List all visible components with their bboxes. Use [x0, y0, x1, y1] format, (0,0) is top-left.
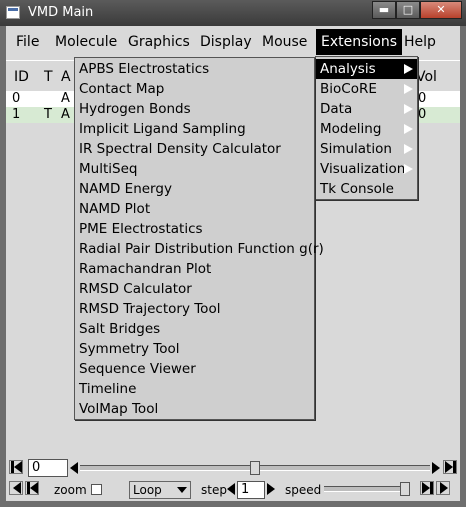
timeline-right-arrow-icon[interactable]	[432, 462, 440, 474]
speed-slider[interactable]	[324, 486, 410, 492]
menu-help[interactable]: Help	[399, 29, 441, 55]
menu-item-ramachandran-plot[interactable]: Ramachandran Plot	[75, 259, 211, 279]
menu-item-rmsd-trajectory-tool[interactable]: RMSD Trajectory Tool	[75, 299, 220, 319]
zoom-checkbox[interactable]	[91, 484, 102, 495]
menu-item-contact-map[interactable]: Contact Map	[75, 79, 164, 99]
row-t: T	[44, 107, 52, 122]
menu-item-analysis[interactable]: Analysis	[316, 59, 417, 79]
menu-item-label: BioCoRE	[320, 81, 377, 97]
menu-item-pme-electrostatics[interactable]: PME Electrostatics	[75, 219, 203, 239]
step-forward-button[interactable]	[436, 481, 450, 495]
menu-item-label: Simulation	[320, 141, 392, 157]
menu-item-tk-console[interactable]: Tk Console	[316, 179, 417, 199]
menu-item-namd-plot[interactable]: NAMD Plot	[75, 199, 150, 219]
row-a: A	[61, 91, 70, 106]
chevron-down-icon	[177, 487, 187, 493]
column-a[interactable]: A	[61, 69, 71, 85]
menu-item-label: Analysis	[320, 61, 376, 77]
menu-bar: File Molecule Graphics Display Mouse Ext…	[6, 29, 460, 55]
menu-item-apbs-electrostatics[interactable]: APBS Electrostatics	[75, 59, 209, 79]
menu-item-implicit-ligand-sampling[interactable]: Implicit Ligand Sampling	[75, 119, 246, 139]
menu-item-radial-pair-distribution[interactable]: Radial Pair Distribution Function g(r)	[75, 239, 324, 259]
menu-display[interactable]: Display	[195, 29, 257, 55]
play-reverse-icon	[30, 482, 38, 494]
menu-item-label: Data	[320, 101, 353, 117]
menu-item-visualization[interactable]: Visualization	[316, 159, 417, 179]
menu-item-modeling[interactable]: Modeling	[316, 119, 417, 139]
loop-select[interactable]: Loop	[129, 481, 191, 499]
menu-item-label: Modeling	[320, 121, 382, 137]
menu-item-label: Visualization	[320, 161, 406, 177]
analysis-submenu: APBS Electrostatics Contact Map Hydrogen…	[74, 57, 324, 420]
submenu-arrow-icon	[404, 84, 413, 94]
menu-item-salt-bridges[interactable]: Salt Bridges	[75, 319, 160, 339]
title-bar: VMD Main ▬ □ ✕	[0, 0, 466, 26]
row-a: A	[61, 107, 70, 122]
menu-mouse[interactable]: Mouse	[257, 29, 312, 55]
submenu-arrow-icon	[404, 144, 413, 154]
play-icon	[422, 482, 430, 494]
column-id[interactable]: ID	[14, 69, 29, 85]
step-input[interactable]: 1	[237, 481, 265, 499]
step-label: step	[201, 483, 227, 497]
app-icon	[6, 6, 20, 19]
row-vol: 0	[418, 91, 427, 106]
menu-item-hydrogen-bonds[interactable]: Hydrogen Bonds	[75, 99, 191, 119]
menu-item-namd-energy[interactable]: NAMD Energy	[75, 179, 172, 199]
menu-item-symmetry-tool[interactable]: Symmetry Tool	[75, 339, 180, 359]
jump-end-button[interactable]	[443, 460, 457, 474]
close-button[interactable]: ✕	[420, 1, 462, 19]
submenu-arrow-icon	[404, 104, 413, 114]
frame-input[interactable]: 0	[28, 459, 68, 477]
menu-item-volmap-tool[interactable]: VolMap Tool	[75, 399, 158, 419]
bar-icon	[430, 482, 433, 494]
zoom-label: zoom	[54, 483, 87, 497]
animation-controls: 0 zoom Loop step 1 speed	[6, 456, 460, 501]
submenu-arrow-icon	[404, 164, 413, 174]
step-forward-icon	[440, 482, 448, 494]
column-vol[interactable]: Vol	[416, 69, 437, 85]
menu-file[interactable]: File	[11, 29, 44, 55]
step-back-button[interactable]	[9, 481, 23, 495]
timeline-slider-thumb[interactable]	[250, 461, 260, 475]
submenu-arrow-icon	[404, 64, 413, 74]
jump-start-button[interactable]	[9, 460, 23, 474]
menu-item-timeline[interactable]: Timeline	[75, 379, 136, 399]
maximize-button[interactable]: □	[396, 1, 420, 19]
menu-molecule[interactable]: Molecule	[50, 29, 122, 55]
step-back-icon	[13, 482, 21, 494]
window-title: VMD Main	[28, 5, 94, 20]
speed-slider-thumb[interactable]	[400, 482, 410, 496]
menu-item-rmsd-calculator[interactable]: RMSD Calculator	[75, 279, 192, 299]
timeline-left-arrow-icon[interactable]	[70, 462, 78, 474]
rewind-icon	[14, 461, 22, 473]
menu-item-sequence-viewer[interactable]: Sequence Viewer	[75, 359, 196, 379]
step-increase-icon[interactable]	[267, 483, 275, 495]
menu-extensions[interactable]: Extensions	[316, 29, 403, 55]
menu-item-ir-spectral-density[interactable]: IR Spectral Density Calculator	[75, 139, 281, 159]
extensions-menu: Analysis BioCoRE Data Modeling Simulatio…	[315, 56, 418, 200]
fast-forward-icon	[445, 461, 453, 473]
play-reverse-button[interactable]	[25, 481, 39, 495]
menu-item-biocore[interactable]: BioCoRE	[316, 79, 417, 99]
bar-icon	[453, 461, 456, 473]
row-vol: 0	[418, 107, 427, 122]
column-t[interactable]: T	[44, 69, 53, 85]
speed-label: speed	[285, 483, 322, 497]
play-forward-button[interactable]	[420, 481, 434, 495]
menu-item-simulation[interactable]: Simulation	[316, 139, 417, 159]
row-id: 1	[12, 107, 21, 122]
row-id: 0	[12, 91, 21, 106]
step-decrease-icon[interactable]	[227, 483, 235, 495]
menu-item-multiseq[interactable]: MultiSeq	[75, 159, 137, 179]
menu-item-data[interactable]: Data	[316, 99, 417, 119]
submenu-arrow-icon	[404, 124, 413, 134]
loop-select-value: Loop	[133, 483, 162, 497]
minimize-button[interactable]: ▬	[372, 1, 396, 19]
menu-graphics[interactable]: Graphics	[123, 29, 195, 55]
